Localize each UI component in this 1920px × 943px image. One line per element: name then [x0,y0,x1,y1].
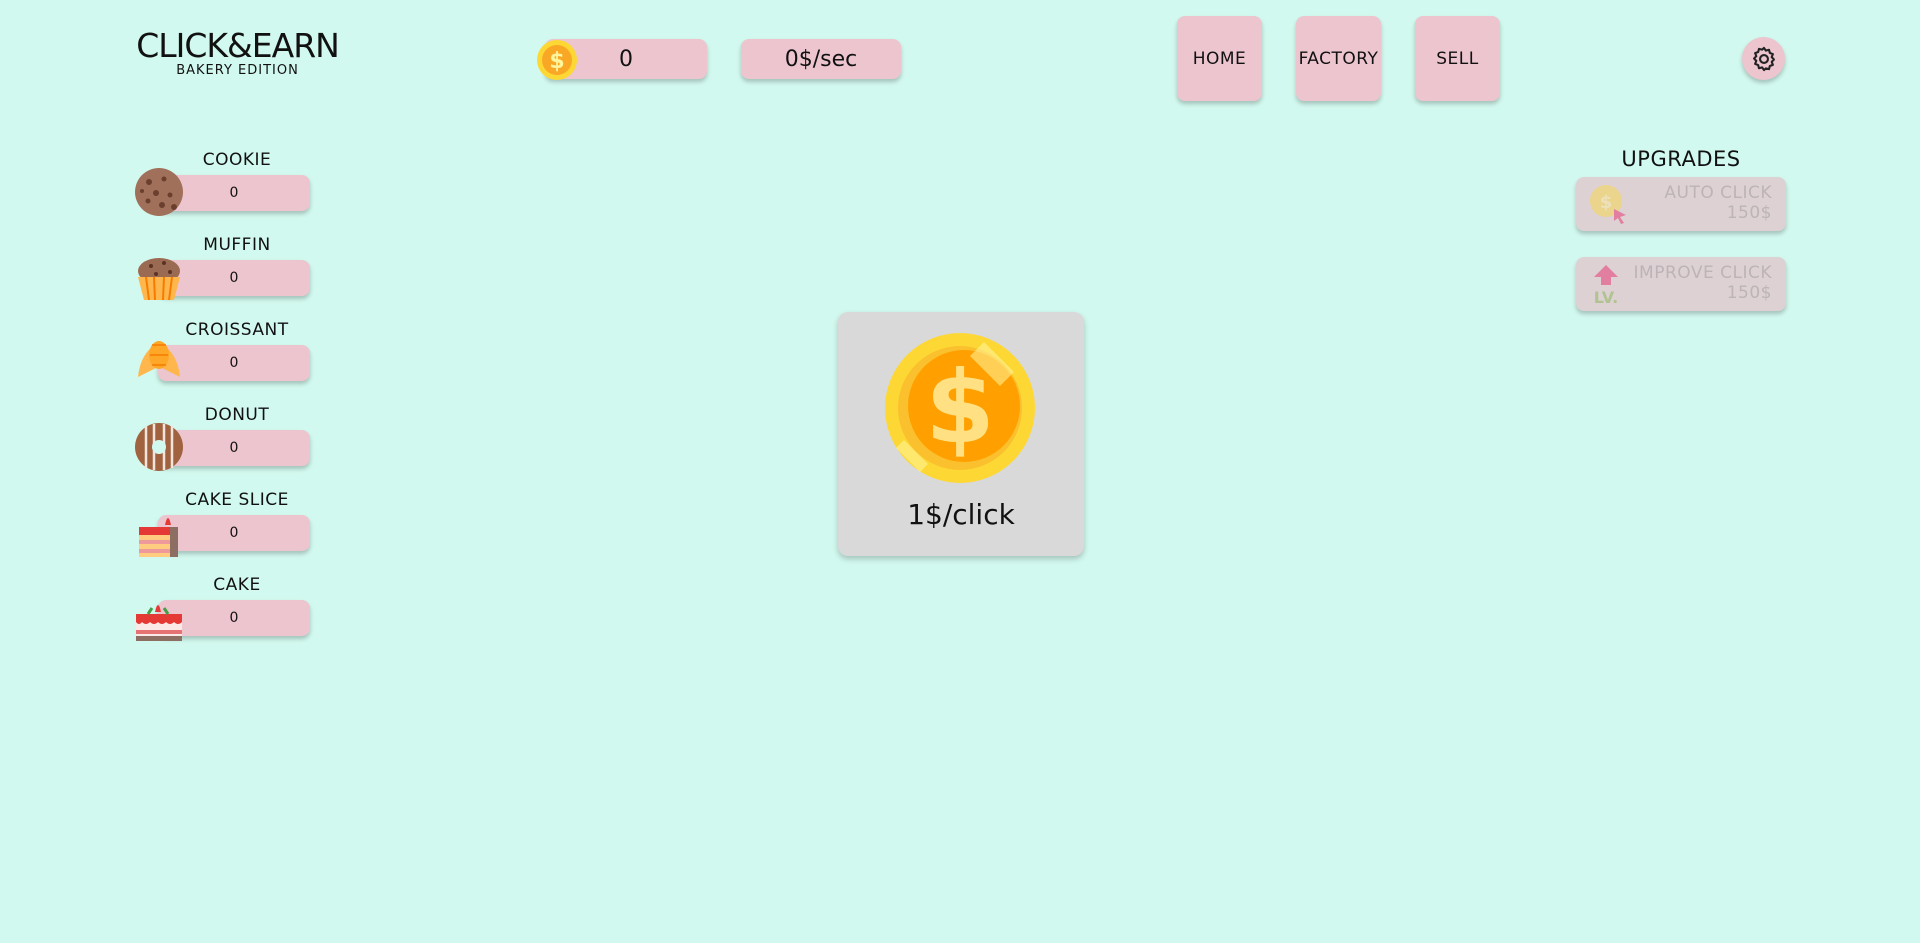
item-count: 0 [229,440,239,456]
coin-icon: $ [537,40,577,80]
gear-icon [1752,46,1775,71]
rate-value: 0$/sec [784,46,858,72]
coin-clicker-button[interactable]: $ 1$/click [838,312,1084,556]
muffin-icon [138,258,180,301]
cake-icon [136,605,182,641]
settings-button[interactable] [1742,37,1785,80]
item-label: CAKE [213,575,261,595]
factory-button[interactable]: FACTORY [1296,16,1381,101]
croissant-icon [138,341,180,377]
coin-icon: $ [885,333,1035,483]
level-up-icon: LV. [1594,265,1618,305]
app-logo: CLICK&EARN BAKERY EDITION [135,28,340,78]
cake-slice-icon [139,518,178,557]
item-cake: CAKE 0 [134,575,310,641]
upgrade-text: AUTO CLICK 150$ [1664,183,1772,223]
item-cookie: COOKIE 0 [134,150,310,216]
factory-button-label: FACTORY [1298,48,1379,69]
auto-click-upgrade-button[interactable]: $ AUTO CLICK 150$ [1576,177,1786,231]
item-count: 0 [229,270,239,286]
logo-subtitle: BAKERY EDITION [176,63,299,78]
money-value: 0 [619,46,633,72]
auto-click-icon: $ [1590,185,1626,224]
donut-icon [135,423,183,471]
item-label: CAKE SLICE [185,490,289,510]
item-count: 0 [229,610,239,626]
upgrade-text: IMPROVE CLICK 150$ [1634,263,1772,303]
item-label: CROISSANT [185,320,289,340]
item-count: 0 [229,525,239,541]
item-croissant: CROISSANT 0 [134,320,310,384]
click-value-label: 1$/click [907,498,1015,531]
item-label: COOKIE [202,150,272,170]
upgrade-name: AUTO CLICK [1664,183,1772,203]
svg-text:$: $ [549,49,564,74]
sell-button-label: SELL [1436,48,1479,69]
upgrade-price: 150$ [1726,283,1772,303]
item-cake-slice: CAKE SLICE 0 [134,490,310,557]
item-label: MUFFIN [203,235,271,255]
item-label: DONUT [204,405,270,425]
rate-display: 0$/sec [741,39,901,79]
logo-title: CLICK&EARN [136,26,340,65]
home-button[interactable]: HOME [1177,16,1262,101]
home-button-label: HOME [1192,48,1247,69]
svg-text:$: $ [925,349,995,466]
svg-text:LV.: LV. [1594,288,1618,305]
item-count: 0 [229,355,239,371]
item-muffin: MUFFIN 0 [134,235,310,301]
svg-text:$: $ [1600,192,1613,213]
item-count: 0 [229,185,239,201]
sell-button[interactable]: SELL [1415,16,1500,101]
improve-click-upgrade-button[interactable]: LV. IMPROVE CLICK 150$ [1576,257,1786,311]
upgrade-name: IMPROVE CLICK [1633,263,1772,283]
upgrade-price: 150$ [1726,203,1772,223]
item-donut: DONUT 0 [134,405,310,471]
upgrades-title: UPGRADES [1621,147,1741,171]
cookie-icon [135,168,183,216]
